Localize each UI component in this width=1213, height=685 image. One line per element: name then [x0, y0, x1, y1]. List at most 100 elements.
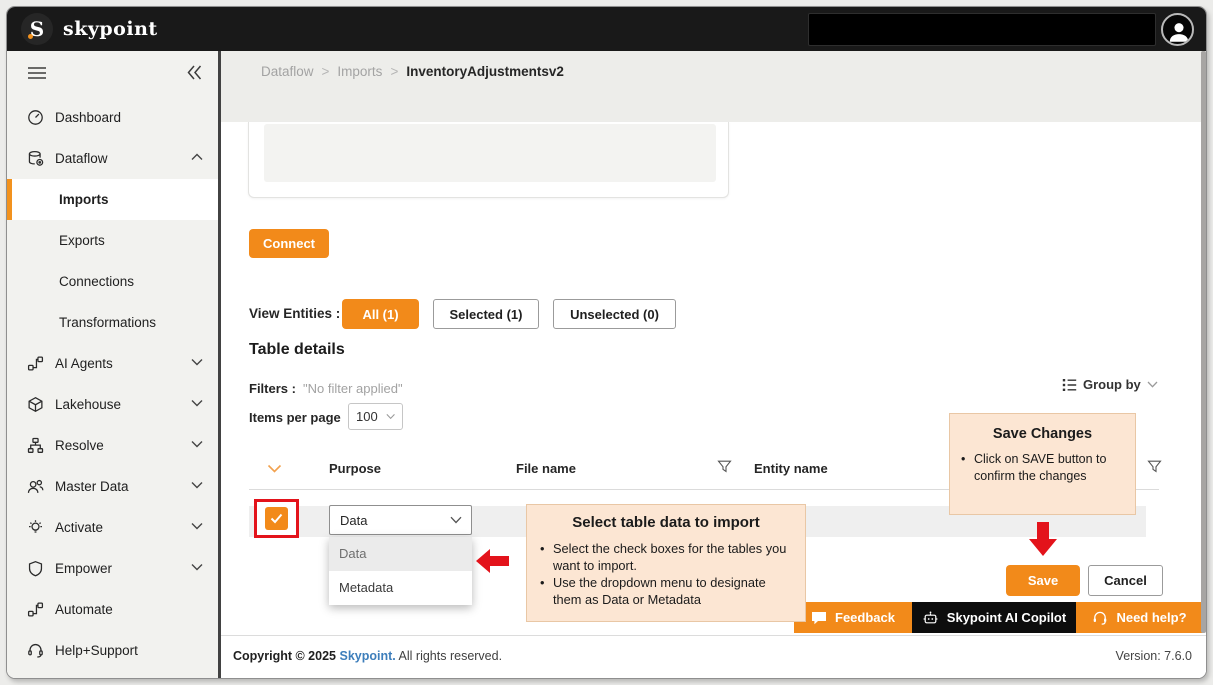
need-help-button[interactable]: Need help?	[1076, 602, 1203, 633]
sidebar-item-label: Exports	[59, 233, 105, 248]
bottom-widget-bar: Feedback Skypoint AI Copilot	[794, 602, 1203, 633]
copyright-prefix: Copyright © 2025	[233, 649, 336, 663]
callout-title: Save Changes	[958, 426, 1127, 442]
row-checkbox[interactable]	[265, 507, 288, 530]
workflow-icon	[27, 355, 44, 372]
sidebar-item-transformations[interactable]: Transformations	[7, 302, 218, 343]
copilot-label: Skypoint AI Copilot	[947, 610, 1066, 625]
callout-bullet: Select the check boxes for the tables yo…	[537, 540, 795, 574]
callout-bullet: Use the dropdown menu to designate them …	[537, 574, 795, 608]
group-list-icon	[1062, 378, 1077, 392]
sidebar-item-empower[interactable]: Empower	[7, 548, 218, 589]
main-content: Dataflow > Imports > InventoryAdjustment…	[221, 51, 1206, 678]
chevron-up-icon	[191, 153, 203, 161]
brand-name: skypoint	[63, 18, 158, 40]
column-header-file-name: File name	[516, 461, 576, 476]
footer-brand-link[interactable]: Skypoint.	[339, 649, 395, 663]
collapse-sidebar-icon[interactable]	[185, 63, 204, 82]
logo-orange-dot	[28, 34, 33, 39]
chevron-down-icon	[191, 440, 203, 448]
chevron-down-icon	[191, 358, 203, 366]
sidebar-header	[7, 51, 218, 97]
chat-bubble-icon	[811, 611, 827, 625]
select-all-chevron-icon[interactable]	[267, 464, 282, 473]
dropdown-option-metadata[interactable]: Metadata	[329, 571, 472, 605]
cube-icon	[27, 396, 44, 413]
purpose-dropdown[interactable]: Data	[329, 505, 472, 535]
purpose-dropdown-value: Data	[340, 513, 367, 528]
purpose-dropdown-menu: Data Metadata	[329, 537, 472, 605]
copilot-button[interactable]: Skypoint AI Copilot	[912, 602, 1076, 633]
sidebar-item-automate[interactable]: Automate	[7, 589, 218, 630]
sidebar-item-resolve[interactable]: Resolve	[7, 425, 218, 466]
chevron-down-icon	[1147, 381, 1158, 388]
sidebar-item-label: AI Agents	[55, 356, 113, 371]
filters-label: Filters :	[249, 381, 296, 396]
hamburger-menu-icon[interactable]	[27, 66, 47, 80]
all-entities-button[interactable]: All (1)	[342, 299, 419, 329]
save-button[interactable]: Save	[1006, 565, 1080, 596]
dropdown-option-data[interactable]: Data	[329, 537, 472, 571]
table-details-title: Table details	[249, 341, 345, 359]
group-by-control[interactable]: Group by	[1062, 377, 1158, 392]
filters-value: "No filter applied"	[303, 381, 403, 396]
scrollbar[interactable]	[1201, 51, 1206, 633]
redacted-area	[808, 13, 1156, 46]
lightbulb-icon	[27, 519, 44, 536]
connect-button[interactable]: Connect	[249, 229, 329, 258]
items-per-page-value: 100	[356, 409, 378, 424]
callout-bullets: Click on SAVE button to confirm the chan…	[958, 451, 1127, 485]
chevron-down-icon	[450, 516, 462, 524]
unselected-entities-button[interactable]: Unselected (0)	[553, 299, 676, 329]
copyright-text: Copyright © 2025 Skypoint. All rights re…	[233, 649, 502, 663]
column-header-entity-name: Entity name	[754, 461, 828, 476]
sidebar-item-dataflow[interactable]: Dataflow	[7, 138, 218, 179]
group-by-label: Group by	[1083, 377, 1141, 392]
sidebar-item-help-support[interactable]: Help+Support	[7, 630, 218, 671]
sidebar-item-label: Activate	[55, 520, 103, 535]
need-help-label: Need help?	[1116, 610, 1186, 625]
breadcrumb-dataflow[interactable]: Dataflow	[261, 64, 314, 79]
breadcrumb-separator: >	[390, 64, 398, 79]
checkbox-annotation-box	[254, 499, 299, 538]
sidebar-item-imports[interactable]: Imports	[7, 179, 218, 220]
sidebar-item-ai-agents[interactable]: AI Agents	[7, 343, 218, 384]
callout-save-changes: Save Changes Click on SAVE button to con…	[949, 413, 1136, 515]
connection-panel	[248, 122, 729, 198]
dashboard-icon	[27, 109, 44, 126]
sidebar-item-label: Transformations	[59, 315, 156, 330]
sidebar-item-connections[interactable]: Connections	[7, 261, 218, 302]
sidebar-item-exports[interactable]: Exports	[7, 220, 218, 261]
items-per-page-select[interactable]: 100	[348, 403, 403, 430]
breadcrumb-separator: >	[322, 64, 330, 79]
breadcrumb-band	[221, 51, 1206, 122]
cancel-button[interactable]: Cancel	[1088, 565, 1163, 596]
red-arrow-left-annotation	[476, 549, 509, 573]
filter-funnel-icon[interactable]	[717, 460, 732, 474]
screenshot-stage: S skypoint	[0, 0, 1213, 685]
sidebar-item-master-data[interactable]: Master Data	[7, 466, 218, 507]
robot-icon	[922, 610, 939, 626]
breadcrumb: Dataflow > Imports > InventoryAdjustment…	[261, 64, 564, 79]
version-text: Version: 7.6.0	[1116, 649, 1192, 663]
red-arrow-down-annotation	[1029, 522, 1057, 556]
feedback-button[interactable]: Feedback	[794, 602, 912, 633]
sidebar-item-dashboard[interactable]: Dashboard	[7, 97, 218, 138]
selected-entities-button[interactable]: Selected (1)	[433, 299, 539, 329]
shield-icon	[27, 560, 44, 577]
footer: Copyright © 2025 Skypoint. All rights re…	[221, 635, 1206, 678]
sidebar-item-activate[interactable]: Activate	[7, 507, 218, 548]
headset-icon	[1092, 610, 1108, 626]
filter-funnel-icon[interactable]	[1147, 460, 1162, 474]
sidebar-item-label: Lakehouse	[55, 397, 121, 412]
breadcrumb-imports[interactable]: Imports	[337, 64, 382, 79]
user-avatar[interactable]	[1161, 13, 1194, 46]
skypoint-logo-icon[interactable]: S	[21, 13, 53, 45]
callout-bullets: Select the check boxes for the tables yo…	[537, 540, 795, 608]
callout-title: Select table data to import	[537, 514, 795, 531]
sidebar-item-lakehouse[interactable]: Lakehouse	[7, 384, 218, 425]
copyright-suffix: All rights reserved.	[399, 649, 503, 663]
chevron-down-icon	[191, 522, 203, 530]
sidebar-item-label: Connections	[59, 274, 134, 289]
chevron-down-icon	[386, 413, 395, 420]
